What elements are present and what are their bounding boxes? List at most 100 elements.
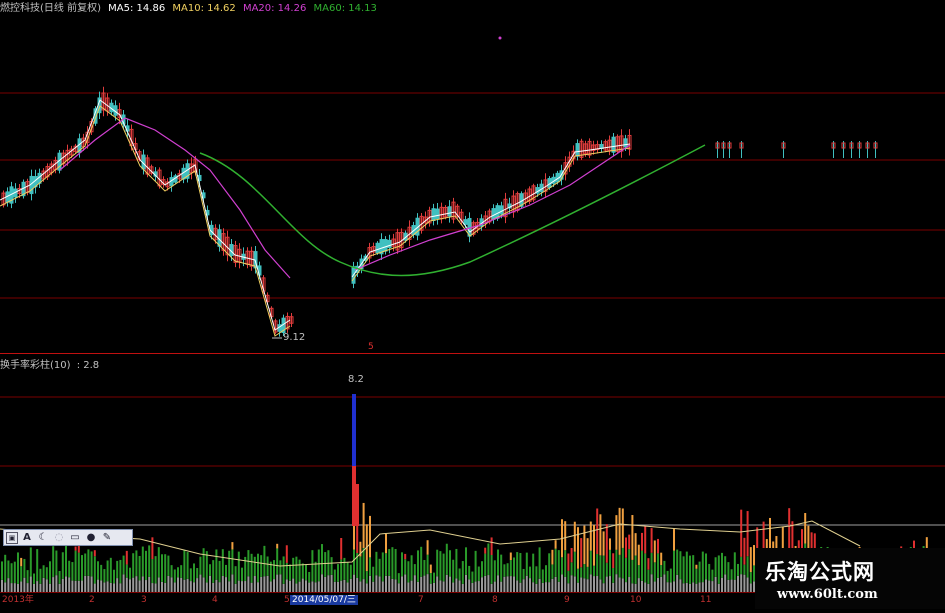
turnover-bar-colored [426, 540, 429, 555]
turnover-bar-green [477, 566, 480, 582]
turnover-bar-green [4, 554, 7, 583]
turnover-bar-gray [228, 581, 231, 592]
turnover-bar-gray [362, 579, 365, 592]
date-label-mar: 3 [141, 595, 147, 605]
turnover-bar-colored [634, 533, 637, 556]
turnover-bar-green [452, 559, 455, 583]
turnover-bar-green [749, 572, 752, 584]
marker-dot [498, 36, 502, 40]
turnover-bar-gray [516, 580, 519, 592]
turnover-bar-gray [689, 583, 691, 592]
shape-icon[interactable]: ◌ [52, 531, 66, 544]
turnover-bar-green [58, 570, 61, 584]
turnover-bar-colored [551, 549, 554, 565]
turnover-bar-green [132, 553, 135, 578]
turnover-bar-gray [673, 581, 675, 592]
turnover-bar-green [730, 569, 733, 580]
turnover-bar-green [81, 555, 83, 581]
turnover-bar-gray [605, 576, 608, 592]
turnover-bar-gray [244, 581, 247, 592]
turnover-bar-gray [4, 582, 7, 592]
marker-label: 5 [368, 342, 374, 352]
turnover-bar-green [487, 543, 490, 576]
candle-body [491, 208, 496, 220]
turnover-bar-gray [711, 581, 714, 592]
turnover-bar-colored [641, 532, 643, 551]
turnover-bar-gray [490, 583, 493, 592]
turnover-bar-gray [509, 576, 512, 592]
turnover-bar-gray [644, 582, 647, 592]
ma5-label: MA5: 14.86 [108, 3, 166, 14]
turnover-bar-gray [487, 575, 490, 592]
turnover-bar-green [657, 553, 659, 578]
turnover-bar-green [205, 551, 208, 583]
turnover-bar-gray [369, 575, 371, 592]
turnover-bar-colored [612, 553, 615, 569]
turnover-bar-colored [657, 538, 659, 554]
turnover-bar-gray [260, 576, 263, 592]
turnover-bar-green [410, 555, 413, 581]
turnover-bar-green [394, 548, 397, 580]
turnover-bar-colored [637, 544, 640, 566]
turnover-bar-green [407, 561, 410, 583]
turnover-bar-gray [324, 576, 327, 592]
turnover-bar-gray [676, 574, 679, 592]
turnover-bar-gray [308, 582, 311, 592]
turnover-bar-green [74, 550, 77, 581]
card-icon[interactable]: ▭ [68, 531, 82, 544]
ma5-line [0, 99, 291, 331]
frame-icon[interactable]: ▣ [6, 531, 18, 544]
turnover-bar-gray [477, 581, 480, 592]
turnover-bar-gray [372, 581, 375, 592]
turnover-bar-gray [125, 577, 128, 592]
turnover-bar-gray [567, 583, 570, 592]
turnover-bar-gray [666, 582, 669, 592]
turnover-bar-colored [615, 515, 618, 550]
turnover-bar-green [580, 567, 583, 578]
turnover-bar-colored [621, 508, 624, 548]
turnover-bar-green [567, 570, 570, 584]
turnover-bar-green [685, 551, 688, 583]
turnover-bar-green [55, 550, 58, 576]
turnover-bar-green [20, 566, 23, 582]
turnover-bar-gray [381, 581, 384, 592]
turnover-bar-colored [577, 527, 579, 569]
turnover-bar-green [289, 564, 291, 581]
turnover-bar-gray [68, 577, 71, 592]
ma60-label: MA60: 14.13 [313, 3, 377, 14]
turnover-bar-green [461, 561, 464, 584]
turnover-bar-gray [721, 577, 723, 592]
turnover-bar-gray [49, 583, 51, 592]
turnover-bar-green [49, 561, 51, 584]
date-label-feb: 2 [89, 595, 95, 605]
turnover-bar-colored [660, 552, 663, 566]
turnover-bar-green [689, 555, 691, 584]
turnover-bar-gray [692, 582, 695, 592]
turnover-bar-gray [356, 577, 359, 592]
turnover-peak-bar [352, 466, 356, 526]
turnover-bar-green [369, 557, 371, 576]
turnover-bar-green [279, 560, 282, 575]
moon-icon[interactable]: ☾ [36, 531, 50, 544]
turnover-bar-green [164, 554, 167, 583]
turnover-bar-green [589, 550, 592, 575]
person-icon[interactable]: ● [84, 531, 98, 544]
turnover-bar-gray [593, 576, 595, 592]
turnover-bar-gray [468, 579, 471, 592]
turnover-bar-gray [577, 582, 579, 592]
turnover-bar-colored [609, 538, 611, 550]
turnover-bar-gray [7, 578, 10, 592]
wrench-icon[interactable]: ✎ [100, 531, 114, 544]
text-icon[interactable]: A [20, 531, 34, 544]
turnover-bar-green [196, 568, 199, 579]
turnover-bar-green [737, 563, 739, 576]
turnover-bar-gray [378, 576, 381, 592]
price-panel[interactable]: 燃控科技(日线 前复权) MA5: 14.86 MA10: 14.62 MA20… [0, 0, 945, 354]
turnover-bar-green [503, 564, 506, 577]
turnover-bar-gray [484, 575, 487, 592]
site-watermark: 乐淘公式网 www.60lt.com [755, 548, 945, 609]
turnover-bar-gray [23, 577, 26, 592]
date-label-sep: 9 [564, 595, 570, 605]
turnover-bar-gray [263, 576, 266, 592]
turnover-bar-gray [669, 582, 672, 592]
